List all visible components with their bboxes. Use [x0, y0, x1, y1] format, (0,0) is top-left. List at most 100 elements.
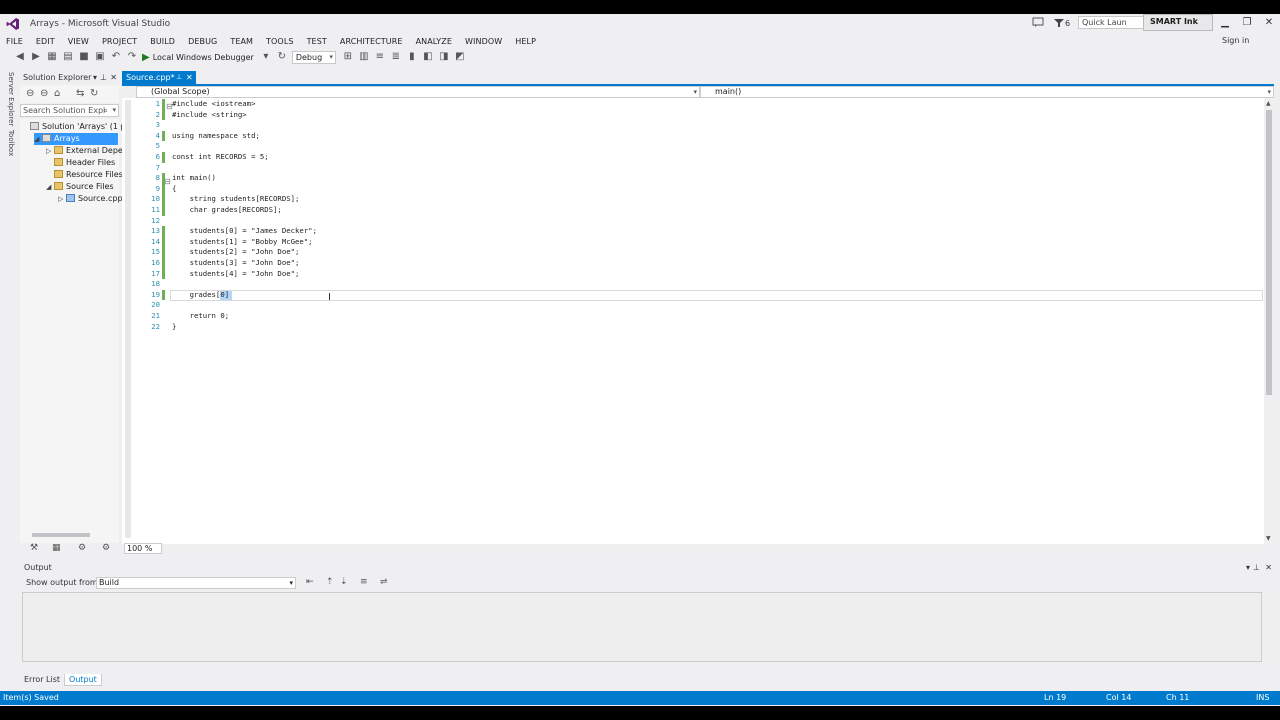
- save-icon[interactable]: ■: [78, 51, 90, 63]
- refresh-icon[interactable]: ↻: [276, 51, 288, 63]
- menu-help[interactable]: HELP: [515, 37, 536, 46]
- next-message-icon[interactable]: ⇣: [340, 577, 348, 587]
- open-file-icon[interactable]: ▤: [62, 51, 74, 63]
- close-tab-icon[interactable]: ✕: [186, 71, 193, 84]
- redo-icon[interactable]: ↷: [126, 51, 138, 63]
- collapse-main-icon[interactable]: ⊟: [164, 177, 171, 186]
- menu-edit[interactable]: EDIT: [36, 37, 55, 46]
- output-source-dropdown[interactable]: Build ▾: [96, 577, 296, 589]
- menu-build[interactable]: BUILD: [150, 37, 175, 46]
- tree-item[interactable]: ◢ Arrays: [34, 133, 118, 145]
- bookmark-toggle-icon[interactable]: ▮: [406, 51, 418, 63]
- find-message-icon[interactable]: ⇤: [306, 577, 314, 587]
- code-line[interactable]: 16 students[3] = "John Doe";: [136, 258, 1264, 269]
- tree-item[interactable]: Solution 'Arrays' (1 pr: [22, 121, 129, 133]
- code-line[interactable]: 20: [136, 300, 1264, 311]
- next-bookmark-icon[interactable]: ◨: [438, 51, 450, 63]
- menu-view[interactable]: VIEW: [68, 37, 89, 46]
- sign-in-link[interactable]: Sign in: [1222, 36, 1249, 45]
- property-manager-icon[interactable]: ⚙: [102, 543, 110, 553]
- feedback-icon[interactable]: [1032, 17, 1044, 28]
- wrench-icon[interactable]: ⚒: [30, 543, 38, 553]
- dropdown-icon[interactable]: ▾: [260, 51, 272, 63]
- code-line[interactable]: 17 students[4] = "John Doe";: [136, 268, 1264, 280]
- expander-icon[interactable]: ▷: [58, 193, 66, 205]
- word-wrap-icon[interactable]: ⇌: [380, 577, 388, 587]
- refresh-icon[interactable]: ↻: [90, 88, 98, 99]
- minimize-button[interactable]: ▁: [1218, 17, 1232, 29]
- dropdown-icon[interactable]: ▾: [1246, 561, 1250, 574]
- code-line[interactable]: 1 #include <iostream>: [136, 99, 1264, 110]
- menu-project[interactable]: PROJECT: [102, 37, 137, 46]
- expander-icon[interactable]: ▷: [46, 145, 54, 157]
- forward-icon[interactable]: ⊖: [40, 88, 48, 99]
- scroll-down-icon[interactable]: ▼: [1266, 535, 1271, 542]
- code-line[interactable]: 9{: [136, 183, 1264, 195]
- editor-horizontal-scrollbar[interactable]: [166, 544, 1264, 554]
- menu-tools[interactable]: TOOLS: [266, 37, 294, 46]
- close-icon[interactable]: ✕: [110, 71, 117, 84]
- scroll-up-icon[interactable]: ▲: [1266, 100, 1271, 107]
- smart-ink-toolbar[interactable]: SMART Ink: [1143, 14, 1213, 31]
- debugger-button[interactable]: Local Windows Debugger: [153, 53, 254, 62]
- output-content[interactable]: [22, 592, 1262, 662]
- prev-message-icon[interactable]: ⇡: [326, 577, 334, 587]
- menu-architecture[interactable]: ARCHITECTURE: [340, 37, 403, 46]
- pin-icon[interactable]: ⊥: [1253, 561, 1260, 574]
- class-view-icon[interactable]: ▦: [52, 543, 61, 553]
- maximize-button[interactable]: ❐: [1240, 17, 1254, 29]
- toolbox-tab[interactable]: Toolbox: [3, 130, 15, 156]
- server-explorer-tab[interactable]: Server Explorer: [3, 72, 15, 126]
- pin-tab-icon[interactable]: ⊥: [176, 71, 182, 84]
- expander-icon[interactable]: ◢: [34, 133, 42, 145]
- solution-search-input[interactable]: Search Solution Expl ⌕ ▾: [20, 104, 119, 117]
- tab-error-list[interactable]: Error List: [20, 674, 64, 686]
- code-line[interactable]: 4 using namespace std;: [136, 130, 1264, 142]
- collapse-include-icon[interactable]: ⊟: [166, 102, 173, 111]
- zoom-level-dropdown[interactable]: 100 %: [124, 543, 162, 554]
- tree-item[interactable]: Header Files: [46, 157, 118, 169]
- pin-icon[interactable]: ⊥: [100, 71, 107, 84]
- menu-debug[interactable]: DEBUG: [188, 37, 217, 46]
- close-button[interactable]: ✕: [1262, 17, 1276, 29]
- bookmark-icon[interactable]: ▥: [358, 51, 370, 63]
- code-line[interactable]: 10 string students[RECORDS];: [136, 194, 1264, 205]
- code-line[interactable]: 2 #include <string>: [136, 109, 1264, 121]
- tree-item[interactable]: ▷ Source.cpp: [58, 193, 123, 205]
- tree-item[interactable]: Resource Files: [46, 169, 123, 181]
- scope-dropdown[interactable]: (Global Scope) ▾: [136, 86, 700, 98]
- code-line[interactable]: 6 const int RECORDS = 5;: [136, 152, 1264, 163]
- code-line[interactable]: 11 char grades[RECORDS];: [136, 205, 1264, 216]
- back-icon[interactable]: ◀: [14, 51, 26, 63]
- start-debugging-icon[interactable]: ▶: [142, 52, 150, 63]
- clear-bookmarks-icon[interactable]: ◩: [454, 51, 466, 63]
- tab-source-cpp[interactable]: Source.cpp*: [122, 71, 196, 84]
- notifications[interactable]: 6: [1054, 17, 1070, 29]
- menu-window[interactable]: WINDOW: [465, 37, 502, 46]
- dropdown-icon[interactable]: ▾: [93, 71, 97, 84]
- menu-team[interactable]: TEAM: [230, 37, 253, 46]
- code-line[interactable]: 21 return 0;: [136, 311, 1264, 322]
- clear-all-icon[interactable]: ≡: [360, 577, 368, 587]
- prev-bookmark-icon[interactable]: ◧: [422, 51, 434, 63]
- close-icon[interactable]: ✕: [1265, 561, 1272, 574]
- code-line[interactable]: 5: [136, 141, 1264, 152]
- solution-scroll-thumb[interactable]: [32, 533, 90, 537]
- editor-scroll-thumb[interactable]: [1266, 110, 1272, 395]
- menu-test[interactable]: TEST: [307, 37, 327, 46]
- new-project-icon[interactable]: ▦: [46, 51, 58, 63]
- back-icon[interactable]: ⊖: [26, 88, 34, 99]
- code-line[interactable]: 3: [136, 120, 1264, 131]
- configuration-dropdown[interactable]: Debug ▾: [291, 50, 336, 64]
- undo-icon[interactable]: ↶: [110, 51, 122, 63]
- expander-icon[interactable]: ◢: [46, 181, 54, 193]
- code-line[interactable]: 8 int main(): [136, 173, 1264, 184]
- forward-icon[interactable]: ▶: [30, 51, 42, 63]
- tree-item[interactable]: ▷ External Depen: [46, 145, 128, 157]
- home-icon[interactable]: ⌂: [54, 88, 60, 99]
- code-line[interactable]: 14 students[1] = "Bobby McGee";: [136, 236, 1264, 248]
- uncomment-icon[interactable]: ≣: [390, 51, 402, 63]
- code-line[interactable]: 18: [136, 279, 1264, 290]
- tree-item[interactable]: ◢ Source Files: [46, 181, 118, 193]
- menu-analyze[interactable]: ANALYZE: [416, 37, 452, 46]
